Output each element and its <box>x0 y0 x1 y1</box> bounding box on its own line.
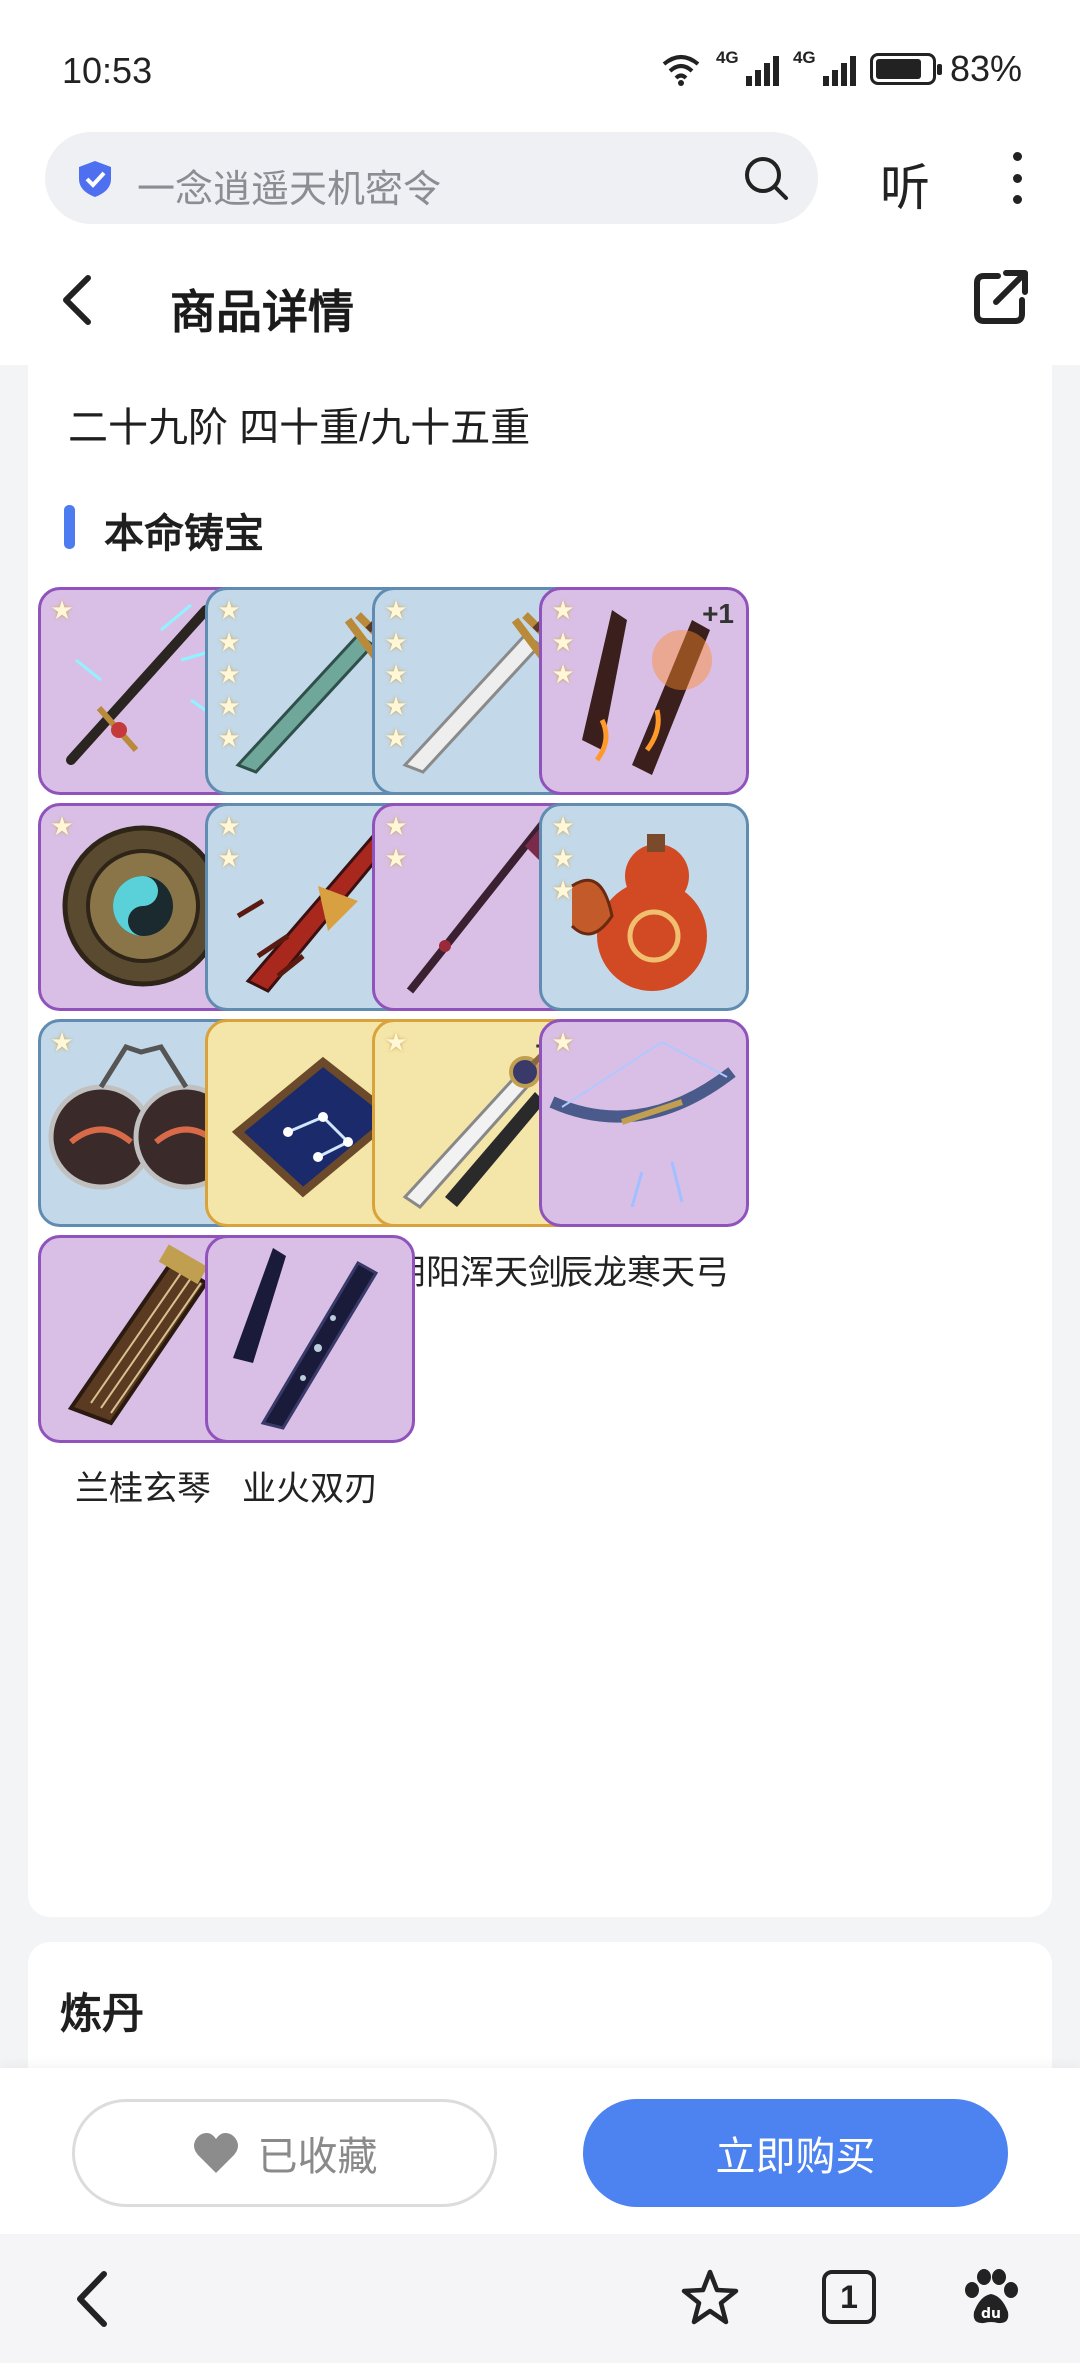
buy-now-button[interactable]: 立即购买 <box>583 2099 1008 2207</box>
svg-text:du: du <box>981 2306 1001 2322</box>
section-title-alchemy: 炼丹 <box>60 1990 145 2037</box>
star-icon: ★ <box>384 659 408 689</box>
page-title: 商品详情 <box>170 286 354 338</box>
battery-icon <box>869 53 942 85</box>
treasure-tile[interactable]: ★ ★ ★ +1 <box>539 587 749 795</box>
dot-icon <box>1012 195 1022 204</box>
star-icon: ★ <box>217 627 241 657</box>
treasure-item[interactable]: 业火双刃 <box>205 1235 415 1510</box>
heart-icon <box>193 2133 238 2173</box>
signal-1-icon: 4G <box>716 48 779 86</box>
star-icon: ★ <box>551 811 575 841</box>
star-icon: ★ <box>384 811 408 841</box>
star-icon: ★ <box>551 595 575 625</box>
dot-icon <box>1012 173 1022 183</box>
star-rating: ★ ★ <box>382 812 410 872</box>
shield-icon <box>79 161 111 197</box>
dot-icon <box>1012 152 1022 161</box>
star-icon: ★ <box>217 659 241 689</box>
status-bar: 10:53 4G 4G 83% <box>0 0 1080 130</box>
star-rating: ★ ★ ★ <box>549 596 577 688</box>
star-rating: ★ <box>48 812 76 840</box>
battery-fill <box>875 59 921 79</box>
star-icon: ★ <box>217 811 241 841</box>
star-rating: ★ <box>48 1028 76 1056</box>
buy-now-label: 立即购买 <box>715 2135 876 2179</box>
star-rating: ★ <box>382 1028 410 1056</box>
star-icon: ★ <box>384 723 408 753</box>
star-icon: ★ <box>551 659 575 689</box>
browser-search-row: 一念逍遥天机密令 听 <box>0 130 1080 240</box>
enhance-badge: +1 <box>702 598 734 629</box>
signal-2-icon: 4G <box>793 48 856 86</box>
star-icon: ★ <box>551 627 575 657</box>
search-placeholder: 一念逍遥天机密令 <box>137 169 442 211</box>
treasure-item[interactable]: ★ 辰龙寒天弓 <box>539 1019 749 1294</box>
product-detail-card: 二十九阶 四十重/九十五重 本命铸宝 ★青竹蜂云剑★★★★★玄武魄剑★★★★★白… <box>28 365 1052 1917</box>
battery-percent: 83% <box>949 48 1022 89</box>
star-rating: ★ ★ <box>215 812 243 872</box>
star-rating: ★ <box>549 1028 577 1056</box>
star-icon: ★ <box>384 843 408 873</box>
star-icon: ★ <box>50 595 74 625</box>
purchase-action-bar: 已收藏 立即购买 <box>0 2068 1080 2234</box>
favorite-label: 已收藏 <box>257 2135 378 2179</box>
browser-bottom-nav: 1 du <box>0 2234 1080 2363</box>
back-arrow-icon[interactable] <box>56 270 100 330</box>
dark-blades-icon <box>233 1248 379 1430</box>
status-time: 10:53 <box>62 50 153 91</box>
star-icon: ★ <box>50 1027 74 1057</box>
star-icon: ★ <box>384 627 408 657</box>
treasure-name: 业火双刃 <box>242 1470 378 1508</box>
wifi-icon <box>662 55 700 86</box>
alchemy-section: 炼丹 <box>28 1942 1052 2072</box>
star-icon: ★ <box>384 595 408 625</box>
cultivation-level: 二十九阶 四十重/九十五重 <box>68 406 531 450</box>
star-rating: ★ ★ ★ <box>549 812 577 904</box>
star-icon: ★ <box>551 843 575 873</box>
treasure-tile[interactable]: ★ <box>539 1019 749 1227</box>
star-icon: ★ <box>217 595 241 625</box>
star-icon: ★ <box>551 1027 575 1057</box>
star-rating: ★ <box>48 596 76 624</box>
star-icon: ★ <box>217 843 241 873</box>
treasure-tile[interactable]: ★ ★ ★ <box>539 803 749 1011</box>
star-icon: ★ <box>384 691 408 721</box>
star-icon: ★ <box>217 723 241 753</box>
status-icons: 4G 4G 83% <box>660 48 1022 90</box>
listen-button[interactable]: 听 <box>880 148 930 220</box>
search-icon[interactable] <box>742 154 790 202</box>
star-icon: ★ <box>551 875 575 905</box>
star-icon: ★ <box>384 1027 408 1057</box>
bookmark-star-icon[interactable] <box>680 2268 740 2328</box>
star-icon: ★ <box>50 811 74 841</box>
more-menu-button[interactable] <box>1000 148 1034 208</box>
favorite-button[interactable]: 已收藏 <box>72 2099 497 2207</box>
page-header: 商品详情 <box>0 240 1080 365</box>
star-rating: ★ ★ ★ ★ ★ <box>382 596 410 752</box>
nav-back-icon[interactable] <box>72 2268 112 2330</box>
search-input[interactable]: 一念逍遥天机密令 <box>45 132 818 224</box>
star-rating: ★ ★ ★ ★ ★ <box>215 596 243 752</box>
tab-count-button[interactable]: 1 <box>822 2270 876 2324</box>
share-icon[interactable] <box>972 268 1030 326</box>
treasure-tile[interactable] <box>205 1235 415 1443</box>
baidu-paw-icon[interactable]: du <box>960 2266 1022 2328</box>
section-title: 本命铸宝 <box>104 512 264 556</box>
star-icon: ★ <box>217 691 241 721</box>
treasure-name: 辰龙寒天弓 <box>559 1254 729 1292</box>
section-accent-bar <box>64 505 75 549</box>
